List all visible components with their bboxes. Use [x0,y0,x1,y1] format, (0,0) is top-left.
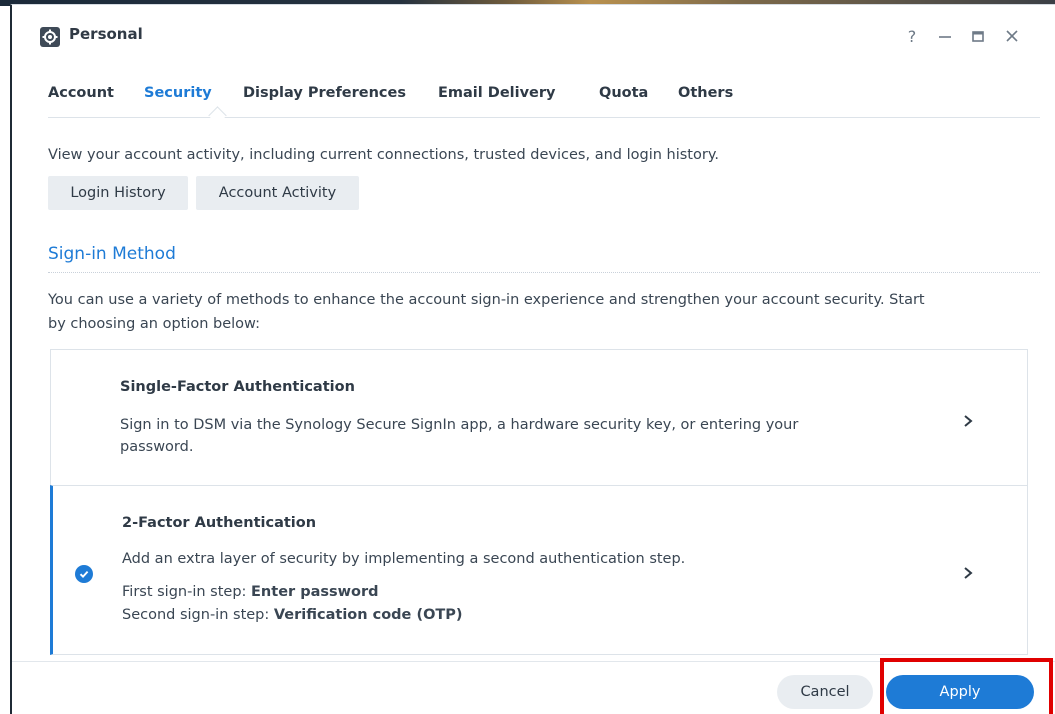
personal-window: Personal ? Account Security Display Pref… [10,4,1055,714]
tab-account[interactable]: Account [48,85,114,101]
close-button[interactable] [1001,25,1023,47]
option-two-factor[interactable]: 2-Factor Authentication Add an extra lay… [50,485,1028,655]
second-step-label: Second sign-in step: [122,607,274,623]
checkmark-icon [79,570,89,578]
tab-display-preferences[interactable]: Display Preferences [243,85,406,101]
sign-in-method-heading: Sign-in Method [48,244,176,264]
chevron-right-icon [964,567,973,579]
maximize-icon [972,31,984,42]
app-icon [40,27,60,47]
tab-others[interactable]: Others [678,85,733,101]
apply-button[interactable]: Apply [886,675,1034,709]
window-title: Personal [69,25,143,43]
tab-bar: Account Security Display Preferences Ema… [48,85,1040,125]
option-title: Single-Factor Authentication [120,379,355,395]
maximize-button[interactable] [967,25,989,47]
tab-security[interactable]: Security [144,85,212,101]
account-activity-button[interactable]: Account Activity [196,176,359,210]
gear-icon [42,29,58,45]
option-title: 2-Factor Authentication [122,515,317,531]
second-step-value: Verification code (OTP) [273,607,463,623]
tab-quota[interactable]: Quota [599,85,648,101]
help-icon: ? [907,26,917,46]
first-step-label: First sign-in step: [122,584,252,600]
sign-in-intro-line-1: You can use a variety of methods to enha… [48,292,925,308]
help-button[interactable]: ? [901,25,923,47]
minimize-button[interactable] [934,25,956,47]
minimize-icon [939,36,951,38]
section-divider [48,272,1040,273]
sign-in-intro-line-2: by choosing an option below: [48,316,261,332]
selected-check-icon [75,565,93,583]
login-history-button[interactable]: Login History [48,176,188,210]
close-icon [1006,30,1018,42]
cancel-button[interactable]: Cancel [777,675,873,709]
chevron-right-icon [964,415,973,427]
active-tab-indicator [208,106,227,125]
screen: Personal ? Account Security Display Pref… [0,0,1055,714]
option-description-line-1: Sign in to DSM via the Synology Secure S… [120,417,799,433]
first-sign-in-step: First sign-in step: Enter password [122,581,379,603]
option-description: Add an extra layer of security by implem… [122,551,686,567]
second-sign-in-step: Second sign-in step: Verification code (… [122,604,463,626]
title-bar[interactable]: Personal ? [12,5,1055,61]
activity-description: View your account activity, including cu… [48,147,719,163]
option-single-factor[interactable]: Single-Factor Authentication Sign in to … [50,349,1028,486]
footer-divider [12,661,1055,662]
first-step-value: Enter password [251,584,379,600]
sign-in-intro: You can use a variety of methods to enha… [48,288,1038,336]
option-description-line-2: password. [120,439,194,455]
tab-email-delivery[interactable]: Email Delivery [438,85,556,101]
